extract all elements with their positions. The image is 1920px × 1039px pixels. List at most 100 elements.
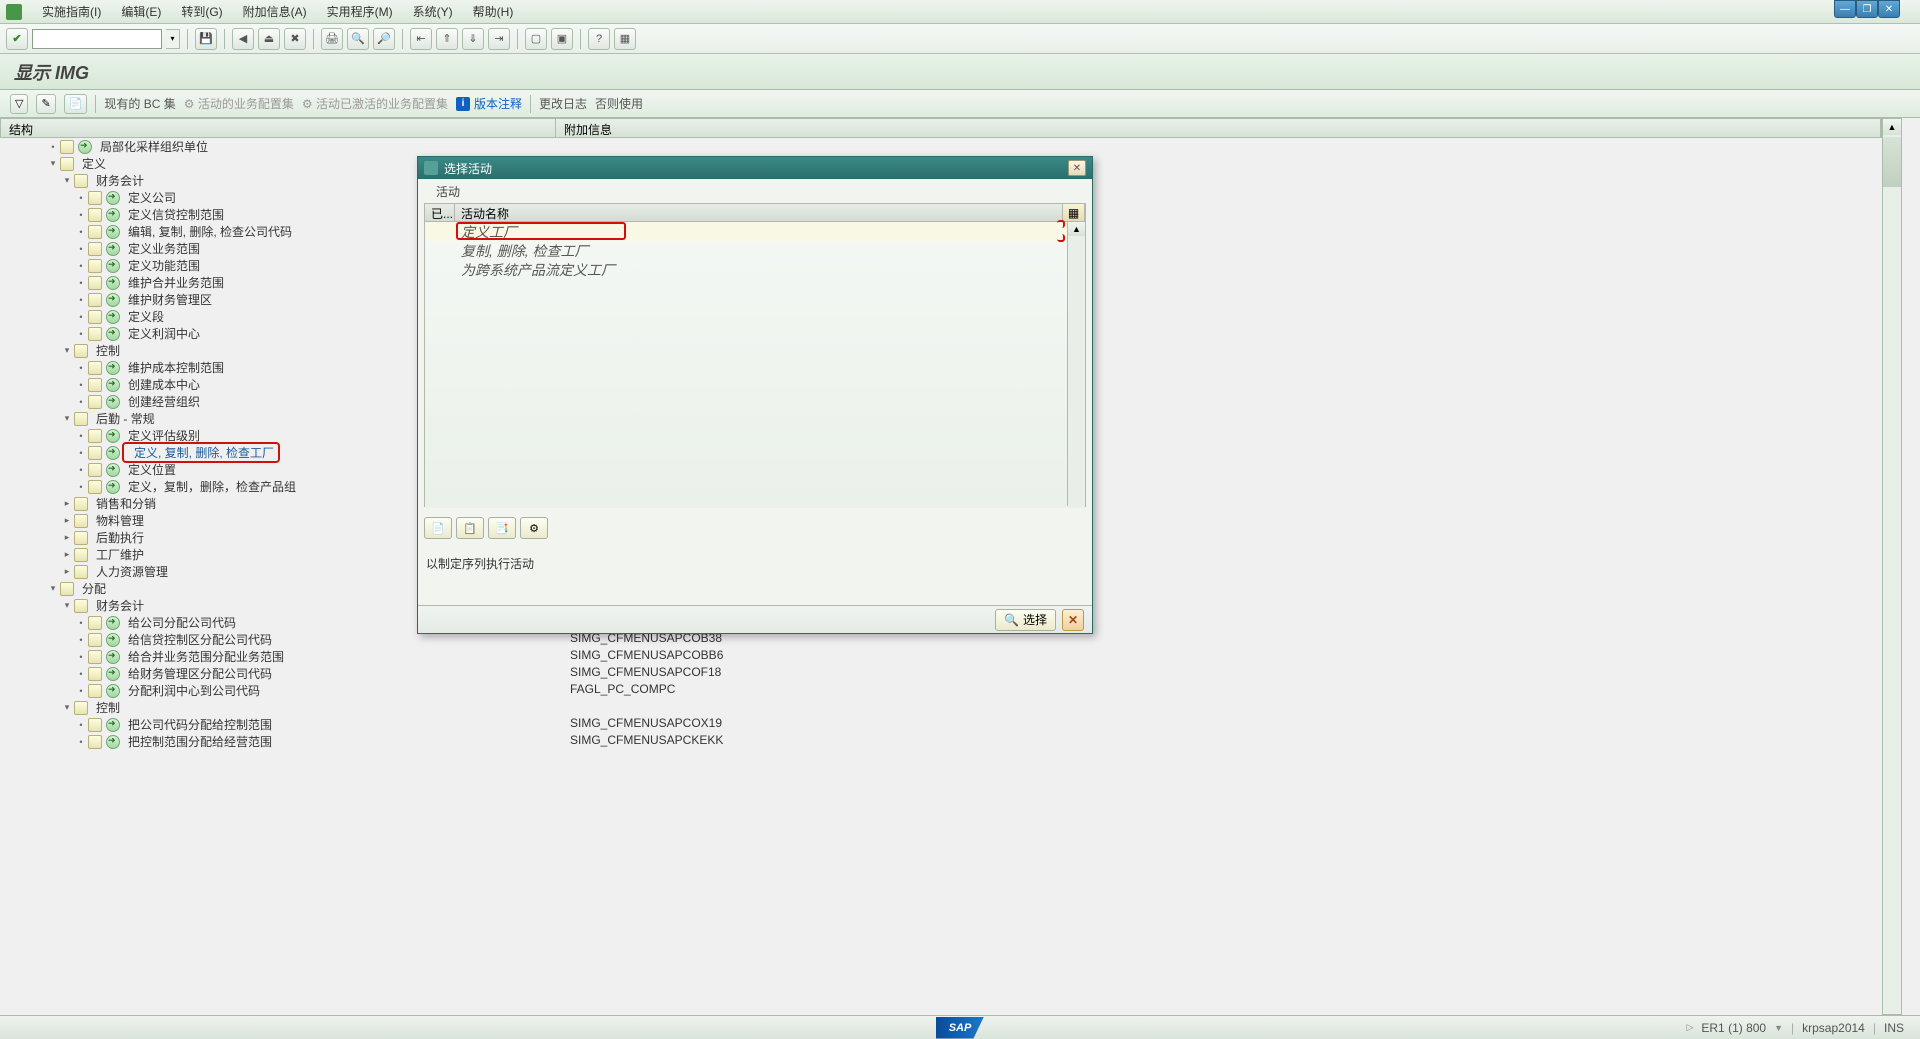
document-icon[interactable] xyxy=(88,310,102,324)
tree-row[interactable]: •局部化采样组织单位 xyxy=(12,138,557,155)
document-icon[interactable] xyxy=(88,650,102,664)
dialog-doc-button[interactable]: 📑 xyxy=(488,517,516,539)
active-bc-link[interactable]: ⚙ 活动的业务配置集 xyxy=(184,95,294,112)
document-icon[interactable] xyxy=(88,191,102,205)
execute-icon[interactable] xyxy=(106,310,120,324)
dialog-title-bar[interactable]: 选择活动 ✕ xyxy=(418,157,1092,179)
document-icon[interactable] xyxy=(88,208,102,222)
execute-icon[interactable] xyxy=(106,718,120,732)
execute-icon[interactable] xyxy=(106,684,120,698)
tree-expander-icon[interactable]: • xyxy=(76,380,86,390)
tree-expander-icon[interactable]: ▾ xyxy=(62,702,72,713)
bc-set-link[interactable]: 现有的 BC 集 xyxy=(104,95,175,112)
scroll-up-icon[interactable]: ▲ xyxy=(1068,222,1085,236)
window-close-button[interactable]: ✕ xyxy=(1878,0,1900,18)
execute-icon[interactable] xyxy=(106,429,120,443)
document-icon[interactable] xyxy=(74,174,88,188)
first-page-button[interactable]: ⇤ xyxy=(410,28,432,50)
execute-icon[interactable] xyxy=(106,361,120,375)
tree-expander-icon[interactable]: • xyxy=(76,669,86,679)
expand-button[interactable]: ▽ xyxy=(10,94,28,114)
document-icon[interactable] xyxy=(88,463,102,477)
tree-expander-icon[interactable]: • xyxy=(76,210,86,220)
document-icon[interactable] xyxy=(60,140,74,154)
document-icon[interactable] xyxy=(74,497,88,511)
prev-page-button[interactable]: ⇑ xyxy=(436,28,458,50)
tree-expander-icon[interactable]: ▸ xyxy=(62,549,72,560)
scroll-up-icon[interactable]: ▲ xyxy=(1883,119,1901,135)
tree-expander-icon[interactable]: • xyxy=(76,397,86,407)
execute-icon[interactable] xyxy=(106,242,120,256)
dialog-col-name[interactable]: 活动名称 xyxy=(455,204,1063,221)
print-button[interactable]: 🖨 xyxy=(321,28,343,50)
menu-system[interactable]: 系统(Y) xyxy=(413,3,453,20)
document-icon[interactable] xyxy=(74,701,88,715)
tree-expander-icon[interactable]: ▸ xyxy=(62,532,72,543)
last-page-button[interactable]: ⇥ xyxy=(488,28,510,50)
menu-edit[interactable]: 编辑(E) xyxy=(121,3,161,20)
tree-expander-icon[interactable]: • xyxy=(76,635,86,645)
execute-icon[interactable] xyxy=(106,378,120,392)
document-icon[interactable] xyxy=(88,633,102,647)
document-icon[interactable] xyxy=(60,582,74,596)
tree-expander-icon[interactable]: • xyxy=(76,227,86,237)
document-icon[interactable] xyxy=(88,718,102,732)
execute-icon[interactable] xyxy=(106,480,120,494)
document-icon[interactable] xyxy=(88,276,102,290)
document-icon[interactable] xyxy=(74,531,88,545)
document-icon[interactable] xyxy=(88,480,102,494)
shortcut-button[interactable]: ▣ xyxy=(551,28,573,50)
next-page-button[interactable]: ⇓ xyxy=(462,28,484,50)
execute-icon[interactable] xyxy=(106,395,120,409)
tree-expander-icon[interactable]: • xyxy=(76,193,86,203)
dialog-close-button[interactable]: ✕ xyxy=(1068,160,1086,176)
enter-button[interactable]: ✔ xyxy=(6,28,28,50)
back-button[interactable]: ◀ xyxy=(232,28,254,50)
tree-expander-icon[interactable]: • xyxy=(76,261,86,271)
menu-util[interactable]: 实用程序(M) xyxy=(327,3,393,20)
document-icon[interactable] xyxy=(88,667,102,681)
dialog-col-tool-icon[interactable]: ▦ xyxy=(1063,204,1085,221)
dialog-cancel-button[interactable]: ✕ xyxy=(1062,609,1084,631)
release-notes-link[interactable]: i版本注释 xyxy=(456,95,522,112)
execute-icon[interactable] xyxy=(106,327,120,341)
execute-icon[interactable] xyxy=(106,633,120,647)
cancel-button[interactable]: ✖ xyxy=(284,28,306,50)
document-icon[interactable] xyxy=(88,684,102,698)
document-icon[interactable] xyxy=(88,735,102,749)
new-session-button[interactable]: ▢ xyxy=(525,28,547,50)
tree-expander-icon[interactable]: ▾ xyxy=(62,413,72,424)
exit-button[interactable]: ⏏ xyxy=(258,28,280,50)
find-button[interactable]: 🔍 xyxy=(347,28,369,50)
help-button[interactable]: ? xyxy=(588,28,610,50)
document-icon[interactable] xyxy=(88,429,102,443)
document-icon[interactable] xyxy=(88,395,102,409)
document-icon[interactable] xyxy=(88,616,102,630)
dialog-scrollbar[interactable]: ▲ xyxy=(1067,222,1085,506)
tree-expander-icon[interactable]: • xyxy=(76,737,86,747)
tree-expander-icon[interactable]: ▸ xyxy=(62,498,72,509)
tree-row[interactable]: •给合并业务范围分配业务范围 xyxy=(12,648,557,665)
tree-expander-icon[interactable]: • xyxy=(76,244,86,254)
tree-expander-icon[interactable]: • xyxy=(76,652,86,662)
tree-expander-icon[interactable]: ▾ xyxy=(62,600,72,611)
execute-icon[interactable] xyxy=(106,735,120,749)
tree-expander-icon[interactable]: • xyxy=(76,720,86,730)
dialog-col-done[interactable]: 已... xyxy=(425,204,455,221)
tree-row[interactable]: •把公司代码分配给控制范围 xyxy=(12,716,557,733)
tree-expander-icon[interactable]: • xyxy=(76,686,86,696)
change-log-link[interactable]: 更改日志 xyxy=(539,95,587,112)
menu-impl-guide[interactable]: 实施指南(I) xyxy=(42,3,101,20)
document-icon[interactable] xyxy=(60,157,74,171)
document-icon[interactable] xyxy=(88,361,102,375)
tree-row[interactable]: •分配利润中心到公司代码 xyxy=(12,682,557,699)
execute-icon[interactable] xyxy=(106,616,120,630)
document-icon[interactable] xyxy=(74,599,88,613)
window-minimize-button[interactable]: — xyxy=(1834,0,1856,18)
scroll-thumb[interactable] xyxy=(1883,137,1901,187)
dialog-exec-button[interactable]: ⚙ xyxy=(520,517,548,539)
collapse-button[interactable]: ✎ xyxy=(36,94,55,114)
execute-icon[interactable] xyxy=(106,208,120,222)
document-icon[interactable] xyxy=(88,327,102,341)
execute-icon[interactable] xyxy=(106,191,120,205)
